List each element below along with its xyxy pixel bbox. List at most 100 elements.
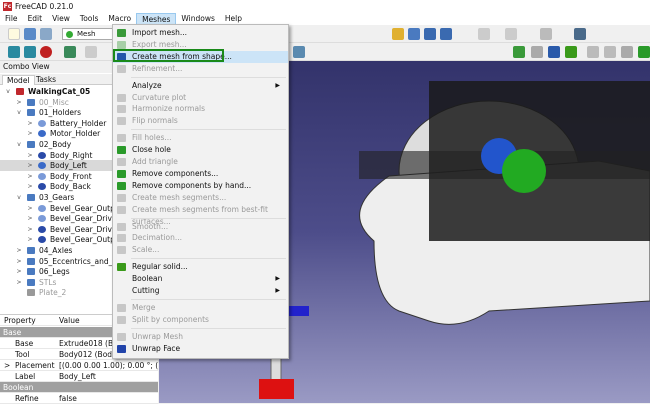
group-label: Boolean [3, 383, 34, 392]
menu-separator [131, 327, 286, 329]
expand-arrow-icon[interactable]: > [26, 150, 34, 161]
part-hollow-icon [38, 204, 46, 212]
workbench-label: Mesh [77, 30, 96, 38]
menu-item-merge: Merge [113, 302, 288, 314]
menu-file[interactable]: File [0, 13, 23, 25]
draw-style-icon[interactable] [40, 46, 52, 58]
collapse-arrow-icon[interactable]: v [15, 192, 23, 203]
redo-icon[interactable] [505, 28, 517, 40]
collapse-arrow-icon[interactable]: v [4, 86, 12, 97]
property-value[interactable]: [(0.00 0.00 1.00); 0.00 °; (0... [59, 360, 158, 371]
property-row[interactable]: > Placement [(0.00 0.00 1.00); 0.00 °; (0.… [0, 360, 158, 371]
menu-item-refinement: Refinement... [113, 63, 288, 75]
scale-icon [117, 246, 126, 255]
folder-icon [27, 257, 35, 265]
menu-item-label: Cutting [132, 286, 160, 295]
std-view-icon[interactable] [64, 46, 76, 58]
menu-item-label: Merge [132, 302, 156, 312]
property-key: Tool [15, 350, 30, 359]
menu-item-cutting[interactable]: Cutting ▶ [113, 285, 288, 297]
tree-item-label: Body_Back [50, 182, 91, 192]
expand-arrow-icon[interactable]: > [4, 360, 10, 371]
expand-arrow-icon[interactable]: > [15, 97, 23, 108]
expand-arrow-icon[interactable]: > [15, 266, 23, 277]
part-icon [38, 130, 46, 138]
menu-item-unwrap-face[interactable]: Unwrap Face [113, 343, 288, 355]
mesh-from-shape-icon[interactable] [548, 46, 560, 58]
expand-arrow-icon[interactable]: > [26, 160, 34, 171]
tab-model[interactable]: Model [2, 75, 35, 85]
new-file-icon[interactable] [8, 28, 20, 40]
part-icon[interactable] [392, 28, 404, 40]
collapse-arrow-icon[interactable]: v [15, 107, 23, 118]
property-value[interactable]: Body_Left [59, 371, 158, 382]
menu-item-add-triangle: Add triangle [113, 156, 288, 168]
menu-item-remove-components-by-hand[interactable]: Remove components by hand... [113, 180, 288, 192]
menu-item-label: Fill holes... [132, 133, 172, 143]
expand-arrow-icon[interactable]: > [26, 171, 34, 182]
whats-this-icon[interactable] [574, 28, 586, 40]
menu-item-boolean[interactable]: Boolean ▶ [113, 273, 288, 285]
menu-view[interactable]: View [47, 13, 75, 25]
regular-solid-icon[interactable] [565, 46, 577, 58]
property-row[interactable]: Label Body_Left [0, 371, 158, 382]
menu-item-label: Split by components [132, 314, 209, 324]
fit-all-icon[interactable] [8, 46, 20, 58]
expand-arrow-icon[interactable]: > [26, 118, 34, 129]
save-file-icon[interactable] [40, 28, 52, 40]
expand-arrow-icon[interactable]: > [26, 224, 34, 235]
property-group[interactable]: Boolean [0, 382, 158, 393]
expand-arrow-icon[interactable]: > [26, 128, 34, 139]
tree-item-label: WalkingCat_05 [28, 87, 91, 96]
split-by-components-icon [117, 315, 126, 324]
workbench-selector[interactable]: Mesh [62, 28, 118, 40]
back-arrow-icon[interactable] [85, 46, 97, 58]
menu-edit[interactable]: Edit [23, 13, 48, 25]
add-triangle-icon [117, 158, 126, 166]
export-mesh-icon[interactable] [531, 46, 543, 58]
link-actions-icon[interactable] [440, 28, 452, 40]
close-hole-icon[interactable] [638, 46, 650, 58]
tab-tasks[interactable]: Tasks [32, 75, 60, 85]
undo-icon[interactable] [478, 28, 490, 40]
property-key: Base [15, 339, 34, 348]
menu-item-label: Smooth... [132, 221, 169, 231]
menu-item-import-mesh[interactable]: Import mesh... [113, 27, 288, 39]
fit-selection-icon[interactable] [24, 46, 36, 58]
measure-icon[interactable] [293, 46, 305, 58]
refresh-icon[interactable] [540, 28, 552, 40]
menu-item-label: Add triangle [132, 157, 178, 166]
menu-separator [131, 217, 286, 219]
expand-arrow-icon[interactable]: > [15, 256, 23, 267]
fill-holes-icon[interactable] [621, 46, 633, 58]
menu-item-remove-components[interactable]: Remove components... [113, 168, 288, 180]
menu-item-create-mesh-segments: Create mesh segments... [113, 192, 288, 204]
menu-item-close-hole[interactable]: Close hole [113, 144, 288, 156]
open-file-icon[interactable] [24, 28, 36, 40]
expand-arrow-icon[interactable]: > [15, 245, 23, 256]
menu-item-label: Scale... [132, 245, 160, 255]
menu-item-analyze[interactable]: Analyze ▶ [113, 80, 288, 92]
export-mesh-icon [117, 40, 126, 49]
folder-icon [27, 247, 35, 254]
refinement-icon [117, 64, 126, 73]
collapse-arrow-icon[interactable]: v [15, 139, 23, 150]
menu-item-label: Regular solid... [132, 262, 188, 272]
expand-arrow-icon[interactable]: > [26, 181, 34, 192]
expand-arrow-icon[interactable]: > [15, 277, 23, 288]
menu-tools[interactable]: Tools [75, 13, 103, 25]
expand-arrow-icon[interactable]: > [26, 234, 34, 245]
group-icon[interactable] [408, 28, 420, 40]
flip-normals-icon[interactable] [604, 46, 616, 58]
expand-arrow-icon[interactable]: > [26, 203, 34, 214]
menu-item-regular-solid[interactable]: Regular solid... [113, 261, 288, 273]
property-row[interactable]: Refine false [0, 393, 158, 404]
link-icon[interactable] [424, 28, 436, 40]
tree-item-label: 03_Gears [39, 193, 75, 202]
property-key: Label [15, 372, 36, 381]
expand-arrow-icon[interactable]: > [26, 213, 34, 224]
harmonize-icon[interactable] [587, 46, 599, 58]
property-value[interactable]: false [59, 393, 158, 404]
merge-icon [117, 303, 126, 312]
import-mesh-icon[interactable] [513, 46, 525, 58]
